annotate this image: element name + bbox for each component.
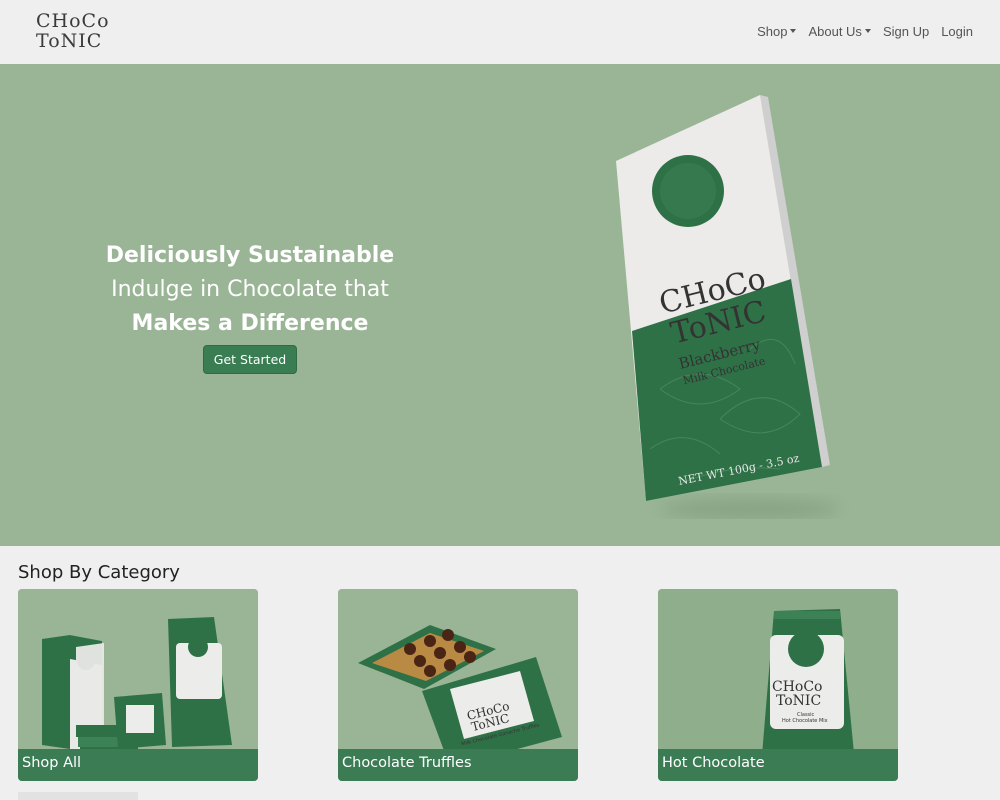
caret-down-icon xyxy=(790,29,797,33)
logo-line-1: CHoCo xyxy=(36,10,110,32)
logo-line-2: ToNIC xyxy=(36,30,103,52)
brand-logo[interactable]: CHoCo ToNIC xyxy=(36,12,114,52)
hot-choc-pack-text-2: Hot Chocolate Mix xyxy=(782,718,828,724)
chocolate-bar-image: CHoCo ToNIC Blackberry Milk Chocolate NE… xyxy=(616,95,840,519)
category-label: Chocolate Truffles xyxy=(338,749,578,781)
category-label: Hot Chocolate xyxy=(658,749,898,781)
nav-sign-up[interactable]: Sign Up xyxy=(883,24,929,39)
category-card-shop-all[interactable]: Shop All xyxy=(18,589,258,781)
caret-down-icon xyxy=(864,29,871,33)
section-title: Shop By Category xyxy=(18,562,180,583)
nav-about-us[interactable]: About Us xyxy=(808,24,871,39)
svg-text:ToNIC: ToNIC xyxy=(776,693,821,709)
get-started-button[interactable]: Get Started xyxy=(202,345,298,374)
navbar: CHoCo ToNIC Shop About Us Sign Up Login xyxy=(0,0,1000,64)
category-label: Shop All xyxy=(18,749,258,781)
hero-subline: Indulge in Chocolate that xyxy=(111,277,389,302)
nav-shop[interactable]: Shop xyxy=(757,24,797,39)
category-card-truffles[interactable]: CHoCo ToNIC Milk Chocolate Ganache Truff… xyxy=(338,589,578,781)
next-section-heading xyxy=(18,792,138,800)
nav-login[interactable]: Login xyxy=(941,24,973,39)
hero-text: Deliciously Sustainable Indulge in Choco… xyxy=(100,239,400,374)
nav-links: Shop About Us Sign Up Login xyxy=(757,24,973,39)
category-card-hot-chocolate[interactable]: CHoCo ToNIC Classic Hot Chocolate Mix Ho… xyxy=(658,589,898,781)
nav-login-label: Login xyxy=(941,24,973,39)
nav-shop-label: Shop xyxy=(757,24,788,39)
hero-tagline: Makes a Difference xyxy=(131,311,369,336)
hero-headline: Deliciously Sustainable xyxy=(105,243,395,268)
nav-about-label: About Us xyxy=(808,24,862,39)
hero-banner: Deliciously Sustainable Indulge in Choco… xyxy=(0,64,1000,546)
nav-signup-label: Sign Up xyxy=(882,24,930,39)
